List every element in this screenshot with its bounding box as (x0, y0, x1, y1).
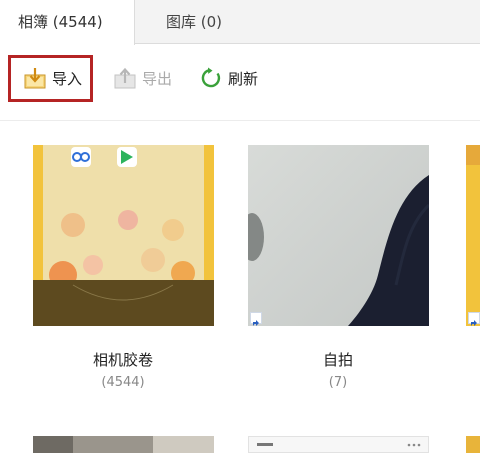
next-row-thumbnail-image-1 (33, 436, 214, 453)
import-highlight-frame (8, 55, 93, 102)
shortcut-arrow-icon (468, 312, 480, 326)
selfie-thumbnail-image (248, 145, 429, 326)
refresh-icon (201, 67, 221, 88)
camera-roll-thumbnail-image (33, 145, 214, 326)
shortcut-arrow-icon (250, 312, 262, 326)
refresh-label: 刷新 (228, 69, 259, 88)
tab-albums[interactable]: 相簿 (4544) (0, 0, 135, 45)
album-thumbnail-next-row-2[interactable] (248, 436, 429, 453)
export-tray-icon (114, 67, 136, 89)
export-label: 导出 (142, 69, 173, 88)
tab-gallery[interactable]: 图库 (0) (136, 0, 256, 44)
album-thumbnail[interactable] (248, 145, 429, 326)
album-thumbnail-next-row-partial[interactable] (466, 436, 480, 453)
album-thumbnail-partial[interactable] (466, 145, 480, 326)
refresh-button[interactable]: 刷新 (200, 64, 258, 92)
export-button[interactable]: 导出 (114, 64, 172, 92)
next-row-thumbnail-image-2 (257, 443, 421, 447)
album-name: 自拍 (322, 351, 353, 369)
album-thumbnail-next-row-1[interactable] (33, 436, 214, 453)
toolbar-divider (0, 120, 480, 121)
album-thumbnail[interactable] (33, 145, 214, 326)
tab-bar: 相簿 (4544) 图库 (0) (0, 0, 480, 45)
album-count: (4544) (101, 375, 145, 390)
album-count: (7) (328, 375, 348, 390)
album-name: 相机胶卷 (92, 351, 153, 369)
